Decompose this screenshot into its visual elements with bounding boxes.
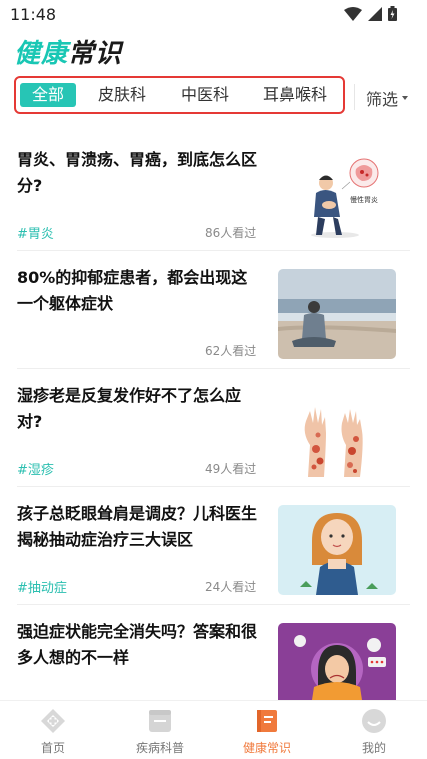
status-time: 11:48 [10, 5, 57, 24]
nav-profile[interactable]: 我的 [334, 707, 414, 756]
article-thumbnail [278, 387, 396, 477]
page-title-part1: 健康 [14, 39, 69, 69]
health-tips-icon [257, 710, 277, 732]
page-title-part2: 常识 [68, 39, 123, 69]
tab-dermatology[interactable]: 皮肤科 [98, 83, 146, 107]
tab-ent[interactable]: 耳鼻喉科 [263, 83, 327, 107]
article-views: 86人看过 [205, 226, 257, 240]
filter-button[interactable]: 筛选 [366, 86, 409, 110]
article-views: 62人看过 [205, 344, 257, 358]
page-title: 健康常识 [14, 33, 122, 70]
status-icons [344, 6, 397, 21]
article-views: 24人看过 [205, 580, 257, 594]
status-bar: 11:48 [0, 0, 427, 30]
article-title: 孩子总眨眼耸肩是调皮？儿科医生揭秘抽动症治疗三大误区 [17, 504, 258, 549]
nav-profile-label: 我的 [361, 741, 386, 755]
profile-icon [362, 709, 386, 733]
home-icon [41, 709, 65, 733]
tab-tcm[interactable]: 中医科 [181, 83, 229, 107]
nav-health-tips[interactable]: 健康常识 [227, 707, 307, 756]
bottom-nav: 首页 疾病科普 健康常识 我的 [0, 700, 427, 759]
article-thumbnail [278, 269, 396, 359]
nav-disease-science[interactable]: 疾病科普 [120, 707, 200, 756]
signal-icon [368, 6, 382, 21]
tab-all[interactable]: 全部 [20, 83, 77, 107]
article-tag[interactable]: #胃炎 [17, 223, 54, 242]
article-title: 胃炎、胃溃疡、胃癌，到底怎么区分? [17, 150, 258, 195]
thumbnail-caption: 慢性胃炎 [350, 195, 378, 204]
article-item[interactable]: 胃炎、胃溃疡、胃癌，到底怎么区分? #胃炎 86人看过 慢性胃炎 [0, 133, 427, 251]
filter-divider [354, 84, 355, 110]
article-title: 80%的抑郁症患者，都会出现这一个躯体症状 [17, 268, 248, 313]
article-views: 49人看过 [205, 462, 257, 476]
filter-label: 筛选 [366, 90, 399, 109]
article-item[interactable]: 湿疹老是反复发作好不了怎么应对? #湿疹 49人看过 [0, 369, 427, 487]
nav-home-label: 首页 [40, 741, 65, 755]
article-tag[interactable]: #抽动症 [17, 577, 67, 596]
article-thumbnail: 慢性胃炎 [278, 151, 396, 241]
wifi-icon [344, 6, 362, 21]
caret-down-icon [402, 96, 409, 100]
article-item[interactable]: 孩子总眨眼耸肩是调皮？儿科医生揭秘抽动症治疗三大误区 #抽动症 24人看过 [0, 487, 427, 605]
nav-home[interactable]: 首页 [13, 707, 93, 756]
category-tabs: 全部 皮肤科 中医科 耳鼻喉科 [14, 76, 345, 114]
disease-book-icon [149, 710, 171, 732]
article-title: 湿疹老是反复发作好不了怎么应对? [17, 386, 242, 431]
nav-health-tips-label: 健康常识 [242, 741, 291, 755]
nav-disease-science-label: 疾病科普 [135, 741, 184, 755]
article-title: 强迫症状能完全消失吗？答案和很多人想的不一样 [17, 622, 258, 667]
battery-icon [388, 6, 397, 21]
article-thumbnail [278, 505, 396, 595]
article-item[interactable]: 80%的抑郁症患者，都会出现这一个躯体症状 62人看过 [0, 251, 427, 369]
article-tag[interactable]: #湿疹 [17, 459, 54, 478]
